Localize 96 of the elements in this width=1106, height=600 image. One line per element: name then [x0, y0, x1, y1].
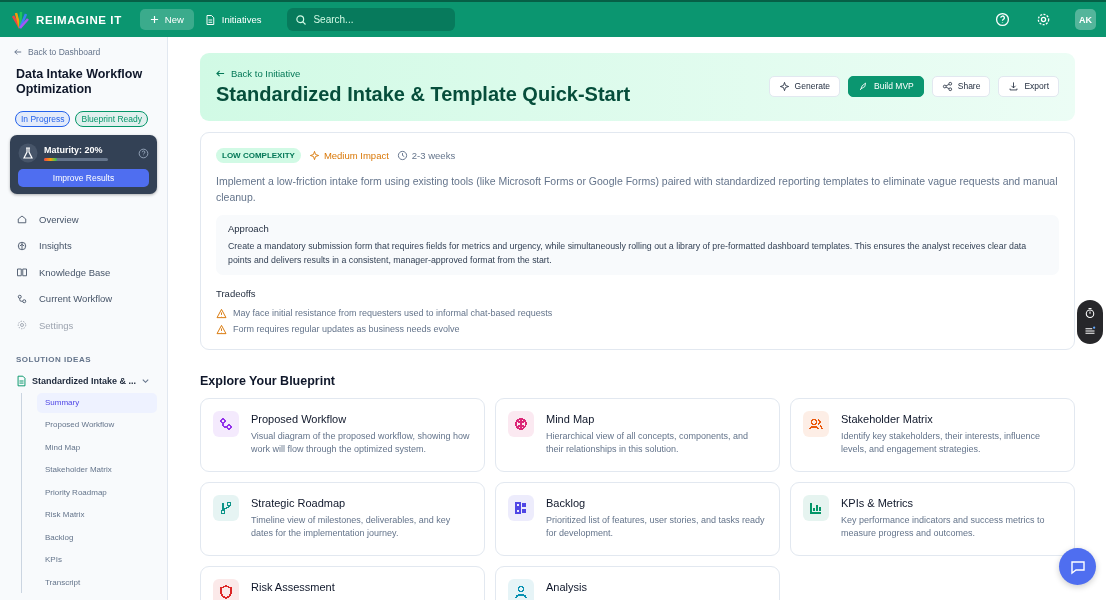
- nav-icon: [16, 319, 28, 332]
- nav-icon: [16, 213, 28, 226]
- blueprint-card[interactable]: Backlog Prioritized list of features, user stories, and tasks ready for development.: [495, 482, 780, 556]
- sub-nav-item[interactable]: Proposed Workflow: [37, 415, 157, 435]
- card-icon: [508, 579, 534, 600]
- chat-icon: [1069, 558, 1086, 575]
- chat-button[interactable]: [1059, 548, 1096, 585]
- card-description: Prioritized list of features, user stories, and tasks ready for development.: [546, 514, 766, 540]
- nav-item[interactable]: Overview: [10, 206, 157, 233]
- plus-icon: [149, 15, 159, 24]
- sparkle-icon: [308, 150, 320, 161]
- settings-icon[interactable]: [1036, 12, 1051, 27]
- card-title: Proposed Workflow: [251, 413, 348, 425]
- card-title: Stakeholder Matrix: [841, 413, 934, 425]
- improve-results-button[interactable]: Improve Results: [18, 169, 149, 187]
- action-button[interactable]: Share: [931, 75, 991, 97]
- back-link[interactable]: Back to Initiative: [216, 68, 631, 79]
- card-description: Hierarchical view of all concepts, components, and their relationships in this solution.: [546, 430, 750, 456]
- card-description: Identify key stakeholders, their interests, influence levels, and engagement strategies.: [841, 430, 1042, 456]
- flask-icon: [18, 143, 38, 163]
- summary-text: Implement a low-friction intake form using existing tools (like Microsoft Forms or Google Forms) paired with standardized reporting templates to eliminate vague requests and manual cleanup.: [216, 174, 1059, 205]
- share-icon: [941, 80, 953, 92]
- arrow-left-icon: [14, 48, 22, 56]
- sub-nav-item[interactable]: Priority Roadmap: [37, 482, 157, 503]
- logo-icon: [10, 9, 30, 30]
- initiatives-link[interactable]: Initiatives: [203, 13, 262, 26]
- card-title: Backlog: [546, 497, 587, 509]
- blueprint-card[interactable]: Risk Assessment: [200, 566, 485, 600]
- sub-nav-item[interactable]: Stakeholder Matrix: [37, 460, 157, 480]
- status-badge: In Progress: [15, 111, 71, 127]
- sub-nav-item[interactable]: Mind Map: [37, 437, 157, 458]
- card-icon: [508, 495, 534, 521]
- back-link[interactable]: Back to Dashboard: [10, 47, 157, 57]
- sparkle-icon: [778, 80, 790, 92]
- tradeoff-text: Form requires regular updates as business needs evolve: [233, 324, 460, 334]
- action-button[interactable]: Build MVP: [848, 75, 924, 97]
- search-icon: [295, 13, 308, 26]
- status-badge: Blueprint Ready: [75, 111, 148, 127]
- card-title: KPIs & Metrics: [841, 497, 915, 509]
- help-icon[interactable]: [138, 147, 149, 159]
- menu-icon[interactable]: [1084, 325, 1096, 337]
- section-heading: Explore Your Blueprint: [200, 374, 336, 388]
- tradeoffs-heading: Tradeoffs: [216, 288, 257, 299]
- search-field[interactable]: Search...: [287, 8, 456, 31]
- section-heading: SOLUTION IDEAS: [16, 354, 92, 364]
- card-icon: [213, 411, 239, 437]
- blueprint-card[interactable]: Mind Map Hierarchical view of all concepts, components, and their relationships in this solution.: [495, 398, 780, 472]
- document-icon: [203, 13, 216, 26]
- nav-item[interactable]: Insights: [10, 232, 157, 259]
- card-title: Analysis: [546, 581, 587, 593]
- card-icon: [803, 495, 829, 521]
- action-button[interactable]: Export: [998, 75, 1059, 97]
- card-title: Strategic Roadmap: [251, 497, 347, 509]
- card-description: Timeline view of milestones, deliverables, and key dates for the implementation journey.: [251, 514, 452, 540]
- complexity-badge: LOW COMPLEXITY: [216, 148, 301, 163]
- sub-nav-item[interactable]: Summary: [37, 392, 157, 413]
- tradeoff-text: May face initial resistance from requesters used to informal chat-based requests: [233, 308, 553, 318]
- blueprint-card[interactable]: KPIs & Metrics Key performance indicators and success metrics to measure progress and outcomes.: [790, 482, 1075, 556]
- approach-heading: Approach: [228, 223, 270, 234]
- blueprint-card[interactable]: Proposed Workflow Visual diagram of the proposed workflow, showing how work will flow through the optimized system.: [200, 398, 485, 472]
- timer-icon[interactable]: [1084, 307, 1096, 319]
- nav-icon: [16, 292, 28, 305]
- page-title: Standardized Intake & Template Quick-Start: [216, 83, 631, 106]
- nav-item[interactable]: Current Workflow: [10, 285, 157, 312]
- initiative-title: Data Intake Workflow Optimization: [16, 67, 144, 97]
- solution-item[interactable]: Standardized Intake & ...: [16, 374, 157, 387]
- card-icon: [508, 411, 534, 437]
- duration-label: 2-3 weeks: [411, 150, 456, 161]
- blueprint-card[interactable]: Analysis: [495, 566, 780, 600]
- sub-nav-item[interactable]: Transcript: [37, 572, 157, 593]
- clock-icon: [396, 150, 408, 161]
- nav-item[interactable]: Knowledge Base: [10, 259, 157, 286]
- download-icon: [1008, 80, 1020, 92]
- card-title: Risk Assessment: [251, 581, 335, 593]
- card-icon: [213, 579, 239, 600]
- sub-nav-item[interactable]: KPIs: [37, 550, 157, 570]
- card-description: Visual diagram of the proposed workflow, showing how work will flow through the optimized system.: [251, 430, 471, 456]
- arrow-left-icon: [216, 69, 225, 78]
- action-button[interactable]: Generate: [768, 75, 841, 97]
- brand-name: REIMAGINE IT: [36, 13, 122, 26]
- nav-icon: [16, 266, 28, 279]
- blueprint-card[interactable]: Strategic Roadmap Timeline view of milestones, deliverables, and key dates for the implementation journey.: [200, 482, 485, 556]
- sub-nav-item[interactable]: Risk Matrix: [37, 505, 157, 525]
- document-icon: [16, 374, 27, 387]
- card-title: Mind Map: [546, 413, 596, 425]
- card-icon: [803, 411, 829, 437]
- warning-icon: [216, 307, 227, 319]
- nav-icon: [16, 239, 28, 252]
- sub-nav-item[interactable]: Backlog: [37, 527, 157, 548]
- approach-text: Create a mandatory submission form that requires fields for metrics and urgency, while simultaneously rolling out a library of pre-formatted dashboard templates. This ensures the analyst receives clear data points and delivers results in a consistent, manager-approved format from the start.: [228, 240, 1028, 267]
- impact-label: Medium Impact: [323, 150, 389, 161]
- card-icon: [213, 495, 239, 521]
- warning-icon: [216, 323, 227, 335]
- blueprint-card[interactable]: Stakeholder Matrix Identify key stakeholders, their interests, influence levels, and engagement strategies.: [790, 398, 1075, 472]
- card-description: Key performance indicators and success metrics to measure progress and outcomes.: [841, 514, 1046, 540]
- maturity-label: Maturity: 20%: [44, 145, 104, 155]
